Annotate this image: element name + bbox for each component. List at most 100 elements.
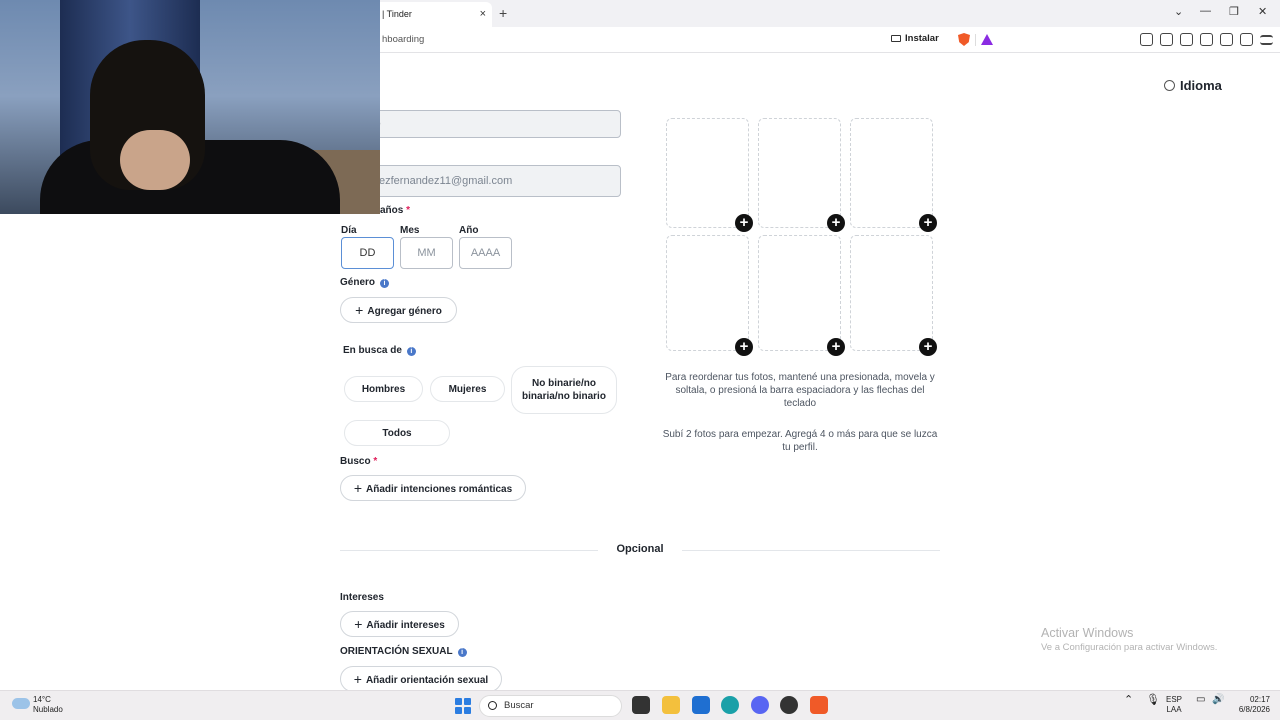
activation-subtitle: Ve a Configuración para activar Windows. <box>1041 642 1218 653</box>
add-photo-icon[interactable]: + <box>919 338 937 356</box>
day-label: Día <box>341 225 357 236</box>
add-photo-icon[interactable]: + <box>735 214 753 232</box>
brave-browser-icon[interactable] <box>810 696 828 714</box>
looking-for-label: Busco * <box>340 456 378 467</box>
globe-icon <box>1164 80 1175 91</box>
store-icon[interactable] <box>692 696 710 714</box>
clock-time: 02:17 <box>1249 695 1270 704</box>
steam-icon[interactable] <box>780 696 798 714</box>
weather-condition: Nublado <box>33 705 63 714</box>
windows-taskbar: 14°C Nublado Buscar ⌃ 🎙 ESP LAA ▭ 🔊 02:1… <box>0 690 1280 720</box>
menu-icon[interactable] <box>1260 35 1273 45</box>
edge-icon[interactable] <box>721 696 739 714</box>
add-photo-icon[interactable]: + <box>919 214 937 232</box>
seeking-option-hombres[interactable]: Hombres <box>344 376 423 402</box>
system-clock[interactable]: 02:17 6/8/2026 <box>1230 695 1270 715</box>
photo-slot[interactable] <box>666 235 749 351</box>
install-button[interactable]: Instalar <box>891 33 939 44</box>
microphone-icon[interactable]: 🎙 <box>1146 695 1160 706</box>
windows-activation-watermark: Activar Windows Ve a Configuración para … <box>1041 626 1217 653</box>
gender-label: Género i <box>340 277 390 288</box>
orientation-label: ORIENTACIÓN SEXUAL i <box>340 646 467 657</box>
minimize-icon[interactable]: — <box>1200 5 1211 17</box>
add-orientation-button[interactable]: + Añadir orientación sexual <box>340 666 502 690</box>
plus-icon: + <box>353 480 363 496</box>
seeking-option-mujeres[interactable]: Mujeres <box>430 376 505 402</box>
new-tab-icon[interactable]: + <box>499 5 507 21</box>
close-window-icon[interactable]: ✕ <box>1258 5 1267 18</box>
month-label: Mes <box>400 225 420 236</box>
weather-widget[interactable]: 14°C Nublado <box>33 695 63 715</box>
plus-icon: + <box>353 671 362 687</box>
search-placeholder: Buscar <box>504 700 534 711</box>
install-label: Instalar <box>905 33 939 44</box>
search-icon <box>488 701 497 710</box>
layout-code: LAA <box>1166 705 1182 714</box>
seeking-label: En busca de i <box>343 345 416 356</box>
webcam-person-hand <box>120 130 190 190</box>
brave-shields-icon[interactable] <box>958 33 970 46</box>
photo-slot[interactable] <box>850 118 933 228</box>
info-icon[interactable]: i <box>457 648 467 657</box>
maximize-icon[interactable]: ❐ <box>1229 5 1239 18</box>
divider-right <box>682 550 940 551</box>
task-view-icon[interactable] <box>632 696 650 714</box>
cloud-icon[interactable] <box>12 698 30 709</box>
divider-left <box>340 550 598 551</box>
add-gender-label: Agregar género <box>367 306 442 317</box>
add-intentions-label: Añadir intenciones románticas <box>366 484 513 495</box>
day-input[interactable]: DD <box>341 237 394 269</box>
add-interests-button[interactable]: + Añadir intereses <box>340 611 459 637</box>
clock-date: 6/8/2026 <box>1238 705 1270 714</box>
sidebar-icon[interactable] <box>1180 33 1193 46</box>
tab-list-icon[interactable]: ⌄ <box>1174 5 1183 18</box>
vpn-shield-icon[interactable] <box>1240 33 1253 46</box>
windows-start-icon[interactable] <box>455 698 471 714</box>
birthday-label: años * <box>380 205 411 216</box>
name-field[interactable]: re <box>340 110 621 138</box>
wallet-icon[interactable] <box>1200 33 1213 46</box>
leo-ai-icon[interactable] <box>1220 33 1233 46</box>
photo-slot[interactable] <box>758 118 841 228</box>
network-icon[interactable]: ▭ <box>1196 695 1205 705</box>
info-icon[interactable]: i <box>380 279 390 288</box>
extensions-icon[interactable] <box>1140 33 1153 46</box>
music-icon[interactable] <box>1160 33 1173 46</box>
plus-icon: + <box>354 616 363 632</box>
year-input[interactable]: AAAA <box>459 237 512 269</box>
tab-close-icon[interactable]: × <box>480 2 486 27</box>
info-icon[interactable]: i <box>406 347 416 356</box>
brave-rewards-icon[interactable] <box>981 34 993 45</box>
url-text[interactable]: hboarding <box>382 34 424 45</box>
volume-icon[interactable]: 🔊 <box>1212 695 1224 705</box>
taskbar-search[interactable]: Buscar <box>479 695 622 717</box>
monitor-icon <box>891 35 901 42</box>
add-gender-button[interactable]: + Agregar género <box>340 297 457 323</box>
keyboard-language[interactable]: ESP LAA <box>1166 695 1182 715</box>
add-photo-icon[interactable]: + <box>827 214 845 232</box>
optional-title: Opcional <box>616 543 664 555</box>
browser-tab[interactable]: | Tinder × <box>372 2 492 27</box>
seeking-option-todos[interactable]: Todos <box>344 420 450 446</box>
language-button[interactable]: Idioma <box>1164 78 1222 93</box>
add-intentions-button[interactable]: + Añadir intenciones románticas <box>340 475 526 501</box>
seeking-option-no-binario[interactable]: No binarie/no binaria/no binario <box>511 366 617 414</box>
add-photo-icon[interactable]: + <box>735 338 753 356</box>
photo-slot[interactable] <box>666 118 749 228</box>
photo-reorder-help: Para reordenar tus fotos, mantené una pr… <box>665 372 935 409</box>
photo-slot[interactable] <box>758 235 841 351</box>
file-explorer-icon[interactable] <box>662 696 680 714</box>
temperature: 14°C <box>33 695 51 704</box>
discord-icon[interactable] <box>751 696 769 714</box>
month-input[interactable]: MM <box>400 237 453 269</box>
language-label: Idioma <box>1180 78 1222 93</box>
toolbar-divider <box>975 34 976 46</box>
photo-slot[interactable] <box>850 235 933 351</box>
tab-title: | Tinder <box>382 9 412 19</box>
email-field[interactable]: ezfernandez11@gmail.com <box>340 165 621 197</box>
language-code: ESP <box>1166 695 1183 704</box>
tray-chevron-icon[interactable]: ⌃ <box>1124 695 1133 706</box>
plus-icon: + <box>355 302 364 318</box>
year-label: Año <box>459 225 479 236</box>
add-photo-icon[interactable]: + <box>827 338 845 356</box>
